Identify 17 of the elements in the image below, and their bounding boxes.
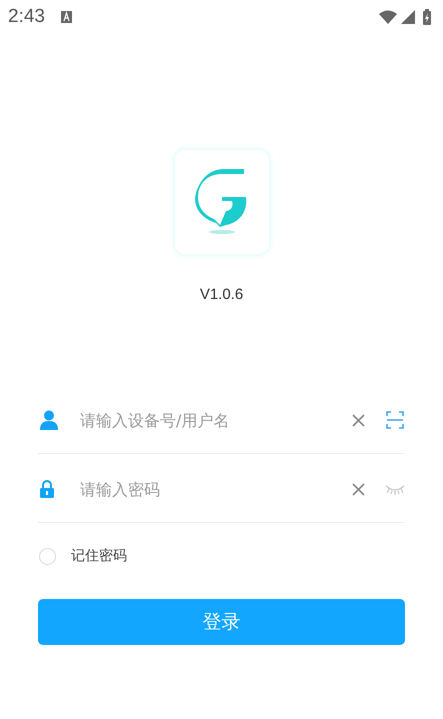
person-icon [40,410,58,430]
status-time: 2:43 [8,6,45,28]
wifi-icon [379,10,397,24]
notification-icon [60,11,72,23]
battery-icon [423,9,431,25]
scan-icon[interactable] [386,411,404,429]
login-button[interactable]: 登录 [38,599,405,645]
clear-icon[interactable] [352,482,365,496]
remember-label: 记住密码 [71,547,127,565]
remember-checkbox[interactable] [39,548,56,564]
lock-icon [40,480,54,498]
account-field[interactable]: 请输入设备号/用户名 [80,410,344,430]
clear-icon[interactable] [352,414,365,426]
password-field[interactable]: 请输入密码 [80,480,344,498]
signal-icon [401,10,415,24]
version-label: V1.0.6 [200,286,244,303]
hidden-eye-icon[interactable] [385,483,405,495]
